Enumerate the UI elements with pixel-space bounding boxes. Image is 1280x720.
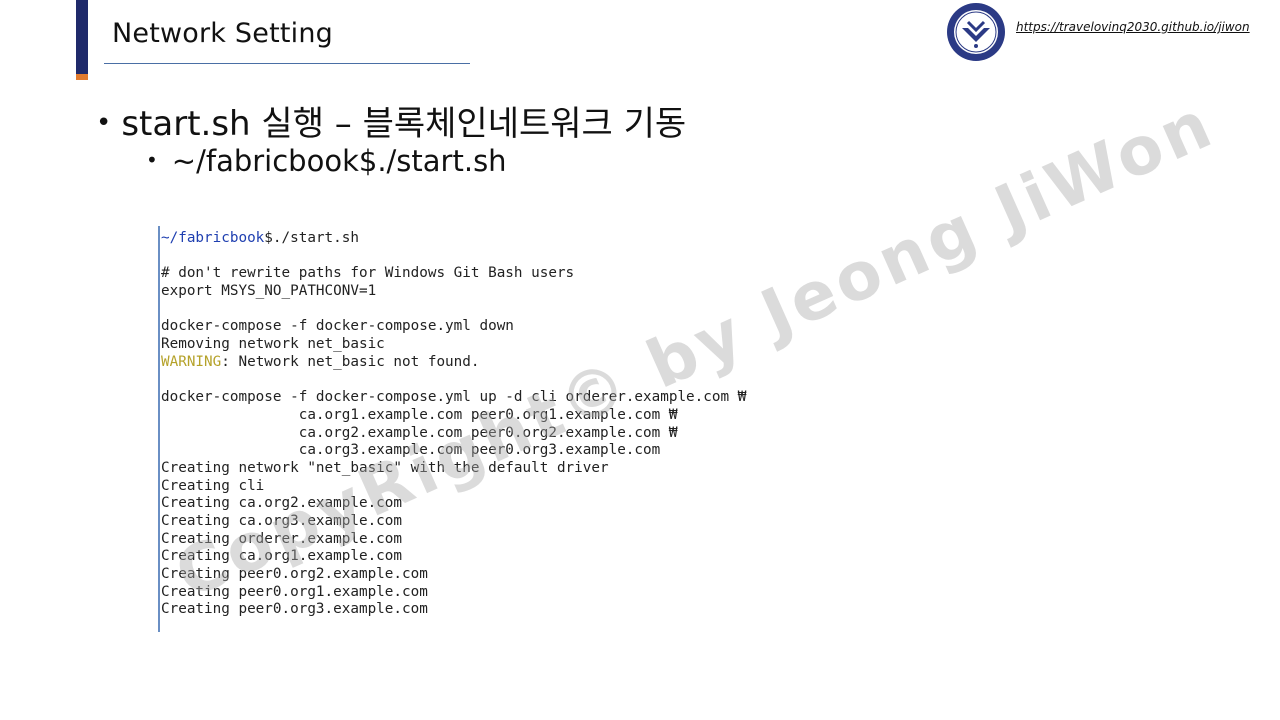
title-underline (104, 63, 470, 64)
site-link[interactable]: https://travelovinq2030.github.io/jiwon (1016, 20, 1250, 34)
page-title: Network Setting (112, 18, 333, 49)
bullet-dot-icon: • (96, 108, 112, 138)
bullet-level1-text: start.sh 실행 – 블록체인네트워크 기동 (121, 104, 687, 144)
slide: Network Setting https://travelovinq2030.… (0, 0, 1280, 720)
terminal-prompt-command: $./start.sh (264, 230, 359, 246)
terminal-prompt-path: ~/fabricbook (161, 230, 265, 246)
terminal-warning-text: : Network net_basic not found. (221, 353, 480, 370)
bullet-level1: • start.sh 실행 – 블록체인네트워크 기동 (96, 96, 686, 145)
accent-bar-tip (76, 74, 88, 80)
bullet-level2: • ~/fabricbook$./start.sh (146, 144, 507, 178)
terminal-left-border (158, 226, 160, 632)
bullet-dot-icon: • (146, 148, 158, 172)
terminal-line: # don't rewrite paths for Windows Git Ba… (161, 265, 575, 282)
terminal-warning-label: WARNING (161, 353, 222, 370)
terminal-prompt-line: ~/fabricbook$./start.sh (161, 230, 746, 248)
accent-bar (76, 0, 88, 74)
terminal-line: export MSYS_NO_PATHCONV=1 (161, 283, 377, 300)
terminal-line: Creating peer0.org3.example.com (161, 601, 428, 618)
bullet-level2-text: ~/fabricbook$./start.sh (171, 144, 507, 178)
university-seal-logo (947, 3, 1005, 61)
